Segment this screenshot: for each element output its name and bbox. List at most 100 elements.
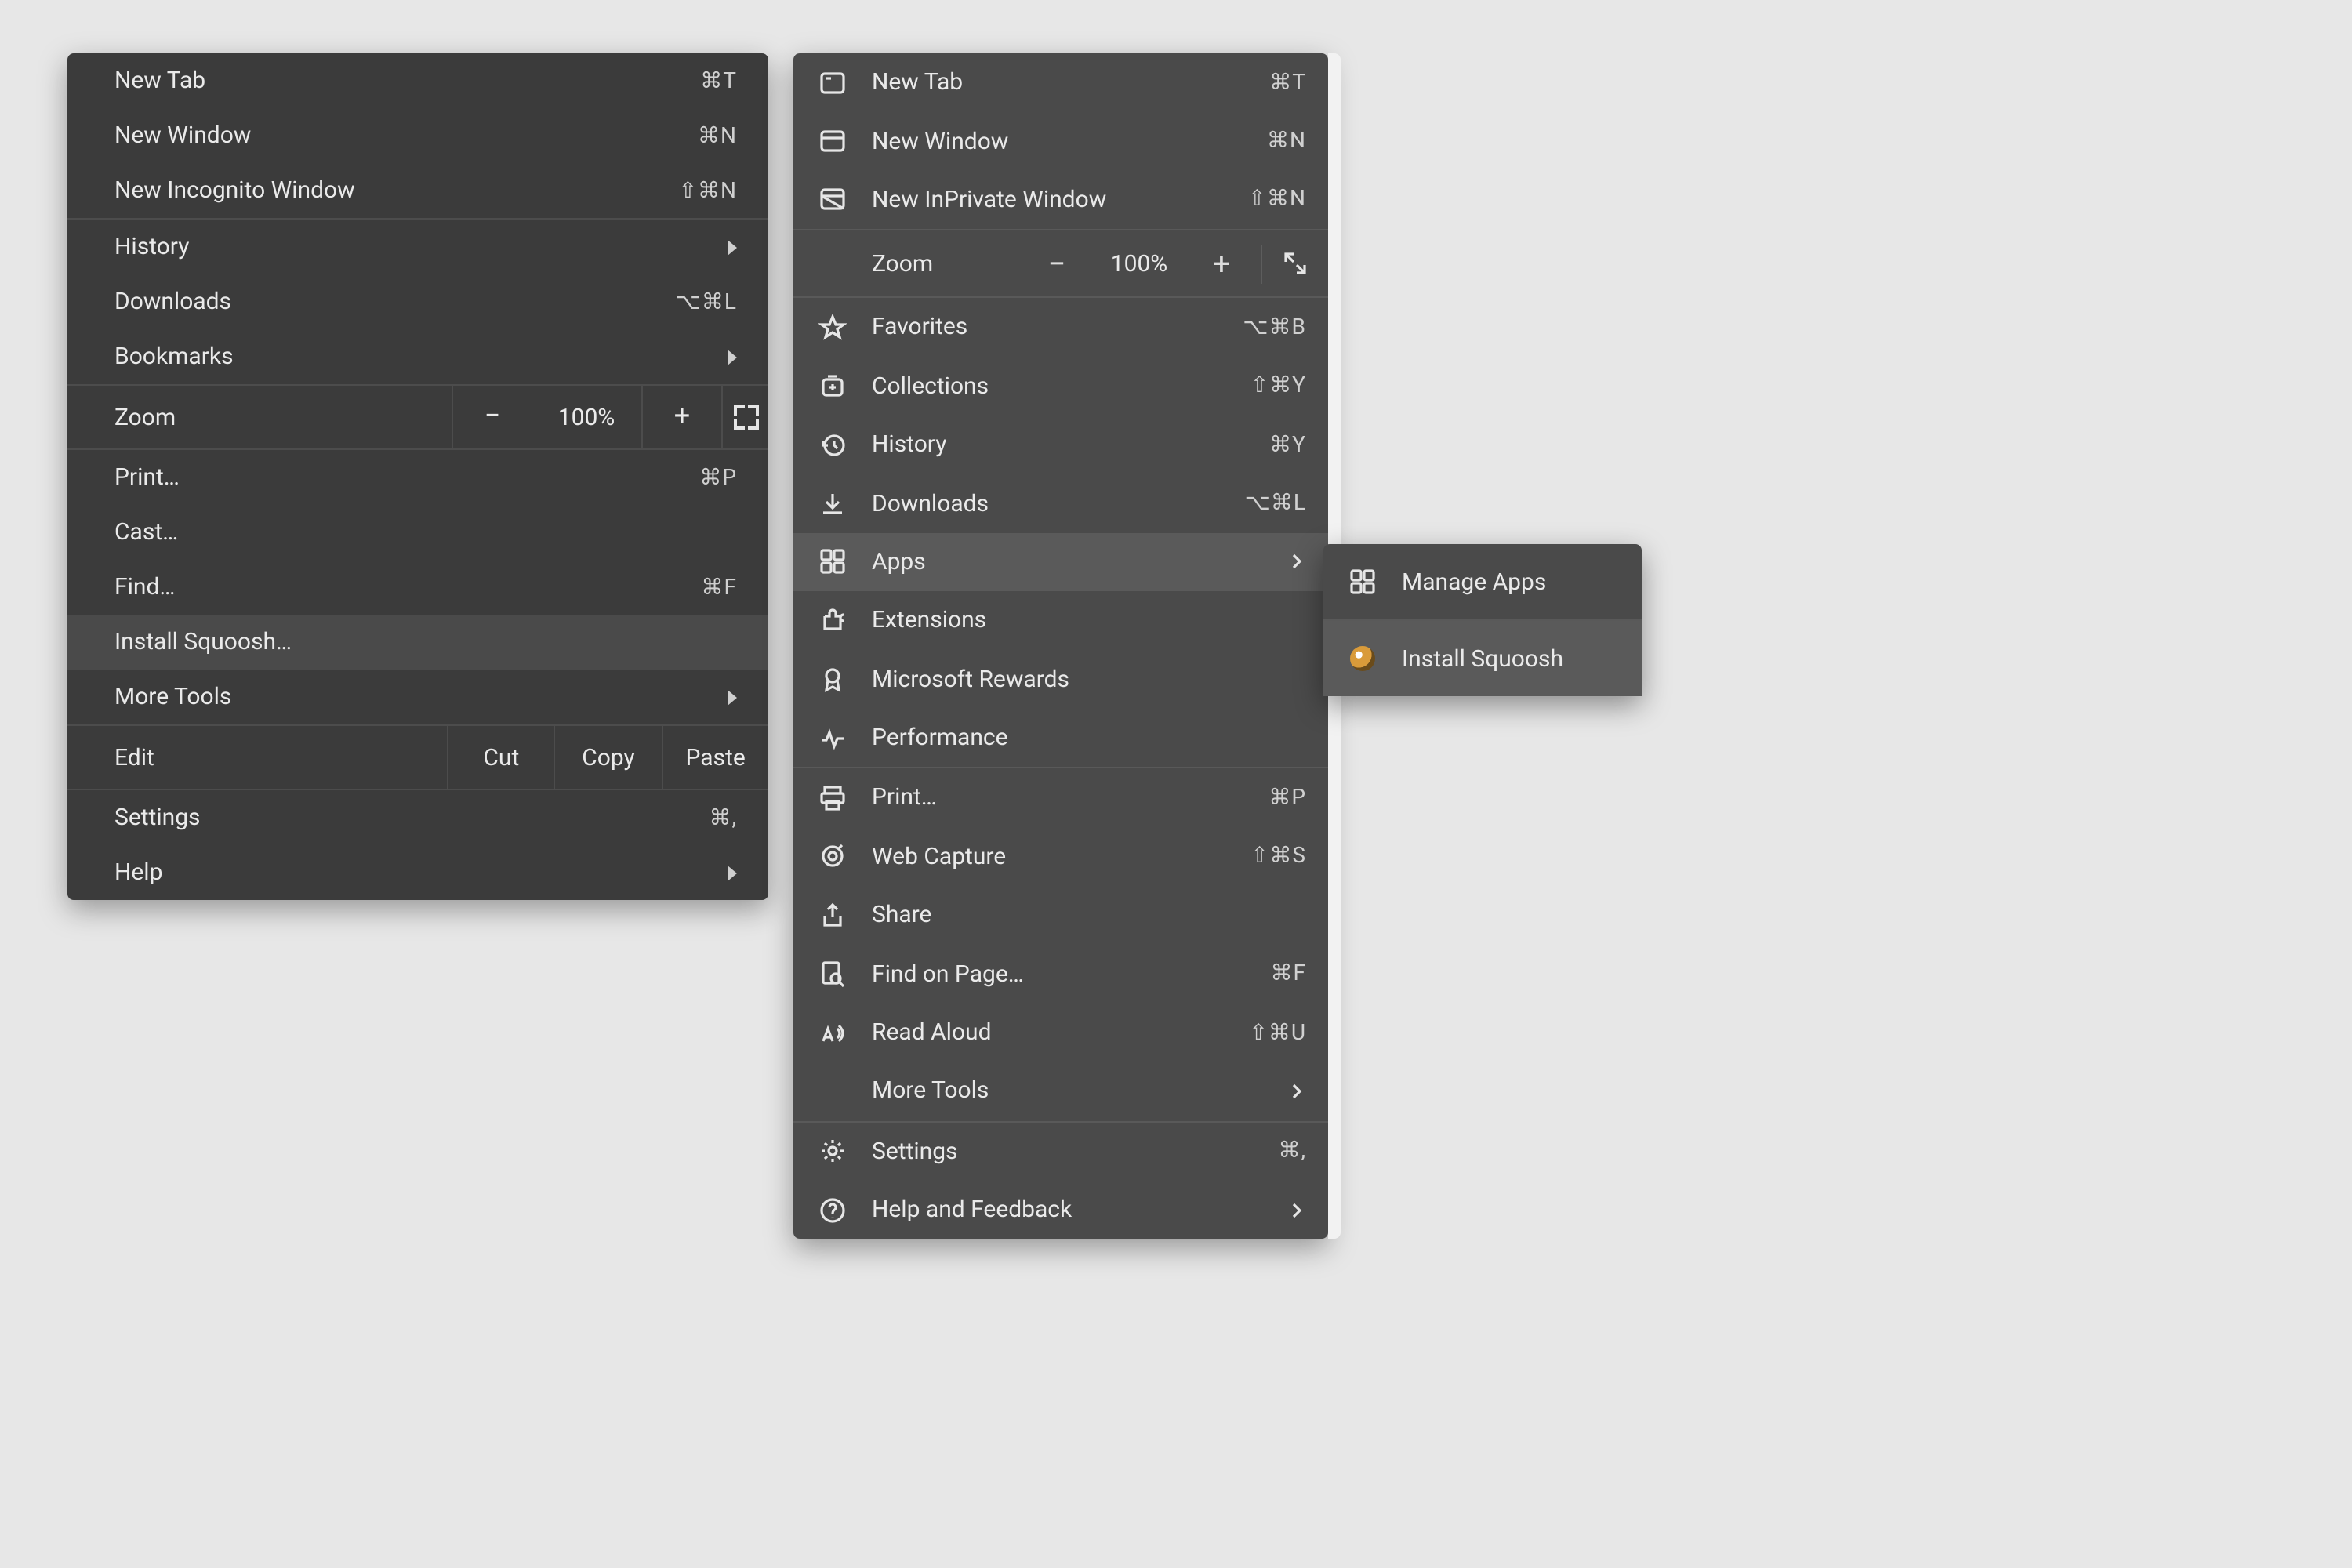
menu-item-help[interactable]: Help (67, 845, 768, 900)
menu-item-label: Settings (114, 806, 709, 829)
menu-item-new-inprivate[interactable]: New InPrivate Window ⇧⌘N (793, 171, 1328, 230)
copy-button[interactable]: Copy (554, 726, 662, 789)
shortcut: ⇧⌘Y (1250, 376, 1306, 397)
menu-item-label: Print… (114, 466, 699, 489)
star-icon (815, 314, 850, 342)
zoom-row: Zoom − 100% + (793, 229, 1328, 298)
share-icon (815, 902, 850, 930)
read-aloud-icon (815, 1018, 850, 1047)
zoom-out-button[interactable]: − (452, 386, 532, 448)
menu-item-label: New Tab (114, 69, 700, 93)
menu-item-install-app[interactable]: Install Squoosh (1323, 621, 1642, 696)
zoom-out-button[interactable]: − (1018, 230, 1096, 296)
cut-button[interactable]: Cut (447, 726, 554, 789)
shortcut: ⌥⌘L (1245, 492, 1306, 514)
menu-item-settings[interactable]: Settings ⌘, (793, 1122, 1328, 1181)
zoom-row: Zoom − 100% + (67, 384, 768, 450)
fullscreen-icon (733, 405, 758, 430)
menu-item-label: Downloads (872, 492, 1245, 515)
paste-button[interactable]: Paste (661, 726, 768, 789)
shortcut: ⌘T (1269, 71, 1306, 93)
menu-item-history[interactable]: History (67, 220, 768, 274)
shortcut: ⌘P (699, 466, 737, 488)
menu-item-print[interactable]: Print… ⌘P (793, 769, 1328, 828)
menu-item-downloads[interactable]: Downloads ⌥⌘L (67, 274, 768, 329)
rewards-icon (815, 665, 850, 693)
fullscreen-button[interactable] (721, 386, 768, 448)
edit-row: Edit Cut Copy Paste (67, 724, 768, 790)
zoom-in-button[interactable]: + (1182, 230, 1261, 296)
menu-item-label: Favorites (872, 316, 1243, 339)
menu-item-read-aloud[interactable]: Read Aloud ⇧⌘U (793, 1004, 1328, 1062)
menu-item-label: Cast… (114, 521, 737, 544)
edge-menu: New Tab ⌘T New Window ⌘N New InPrivate W… (793, 53, 1328, 1240)
menu-item-apps[interactable]: Apps (793, 532, 1328, 591)
zoom-in-button[interactable]: + (641, 386, 721, 448)
menu-item-new-window[interactable]: New Window ⌘N (793, 112, 1328, 171)
find-icon (815, 960, 850, 988)
menu-item-label: Print… (872, 786, 1269, 810)
capture-icon (815, 843, 850, 871)
menu-item-print[interactable]: Print… ⌘P (67, 450, 768, 505)
shortcut: ⌘P (1269, 787, 1306, 809)
menu-item-label: History (114, 235, 728, 259)
menu-item-label: Read Aloud (872, 1021, 1249, 1044)
extensions-icon (815, 607, 850, 635)
download-icon (815, 489, 850, 517)
shortcut: ⌘Y (1269, 434, 1306, 456)
menu-item-share[interactable]: Share (793, 886, 1328, 945)
zoom-value: 100% (1096, 230, 1182, 296)
menu-item-new-incognito[interactable]: New Incognito Window ⇧⌘N (67, 163, 768, 218)
menu-item-help[interactable]: Help and Feedback (793, 1181, 1328, 1240)
menu-item-label: Web Capture (872, 845, 1250, 869)
menu-item-label: Find… (114, 575, 702, 599)
menu-item-new-tab[interactable]: New Tab ⌘T (793, 53, 1328, 112)
menu-item-label: Apps (872, 550, 1287, 574)
menu-item-label: Help and Feedback (872, 1198, 1287, 1221)
apps-icon (815, 548, 850, 576)
submenu-arrow-icon (728, 239, 737, 255)
submenu-arrow-icon (728, 865, 737, 880)
chevron-right-icon (1287, 553, 1306, 572)
menu-item-downloads[interactable]: Downloads ⌥⌘L (793, 474, 1328, 533)
shortcut: ⌘, (709, 807, 737, 829)
shortcut: ⌘, (1278, 1141, 1306, 1163)
shortcut: ⇧⌘U (1249, 1022, 1306, 1044)
menu-item-new-window[interactable]: New Window ⌘N (67, 108, 768, 163)
help-icon (815, 1196, 850, 1224)
history-icon (815, 430, 850, 459)
window-icon (815, 127, 850, 155)
menu-item-new-tab[interactable]: New Tab ⌘T (67, 53, 768, 108)
menu-item-install-app[interactable]: Install Squoosh… (67, 615, 768, 670)
collections-icon (815, 372, 850, 401)
menu-item-history[interactable]: History ⌘Y (793, 416, 1328, 474)
menu-item-settings[interactable]: Settings ⌘, (67, 790, 768, 845)
menu-item-label: New InPrivate Window (872, 188, 1248, 212)
performance-icon (815, 724, 850, 752)
menu-item-label: History (872, 433, 1269, 456)
menu-item-bookmarks[interactable]: Bookmarks (67, 329, 768, 384)
menu-item-manage-apps[interactable]: Manage Apps (1323, 544, 1642, 619)
menu-item-cast[interactable]: Cast… (67, 505, 768, 560)
fullscreen-button[interactable] (1262, 230, 1328, 296)
menu-item-web-capture[interactable]: Web Capture ⇧⌘S (793, 827, 1328, 886)
menu-item-label: Help (114, 861, 728, 884)
menu-item-more-tools[interactable]: More Tools (67, 670, 768, 724)
menu-item-label: Performance (872, 726, 1306, 750)
menu-item-find[interactable]: Find… ⌘F (67, 560, 768, 615)
menu-item-more-tools[interactable]: More Tools (793, 1062, 1328, 1121)
menu-item-collections[interactable]: Collections ⇧⌘Y (793, 357, 1328, 416)
menu-item-performance[interactable]: Performance (793, 709, 1328, 768)
menu-item-favorites[interactable]: Favorites ⌥⌘B (793, 298, 1328, 357)
menu-item-label: Find on Page… (872, 962, 1271, 985)
menu-item-rewards[interactable]: Microsoft Rewards (793, 650, 1328, 709)
new-tab-icon (815, 68, 850, 96)
menu-item-label: Share (872, 904, 1306, 927)
shortcut: ⇧⌘N (679, 180, 737, 201)
menu-item-extensions[interactable]: Extensions (793, 591, 1328, 650)
shortcut: ⌘T (700, 70, 737, 92)
shortcut: ⌥⌘L (676, 291, 737, 313)
menu-item-find[interactable]: Find on Page… ⌘F (793, 945, 1328, 1004)
menu-item-label: New Incognito Window (114, 179, 679, 202)
submenu-arrow-icon (728, 349, 737, 365)
